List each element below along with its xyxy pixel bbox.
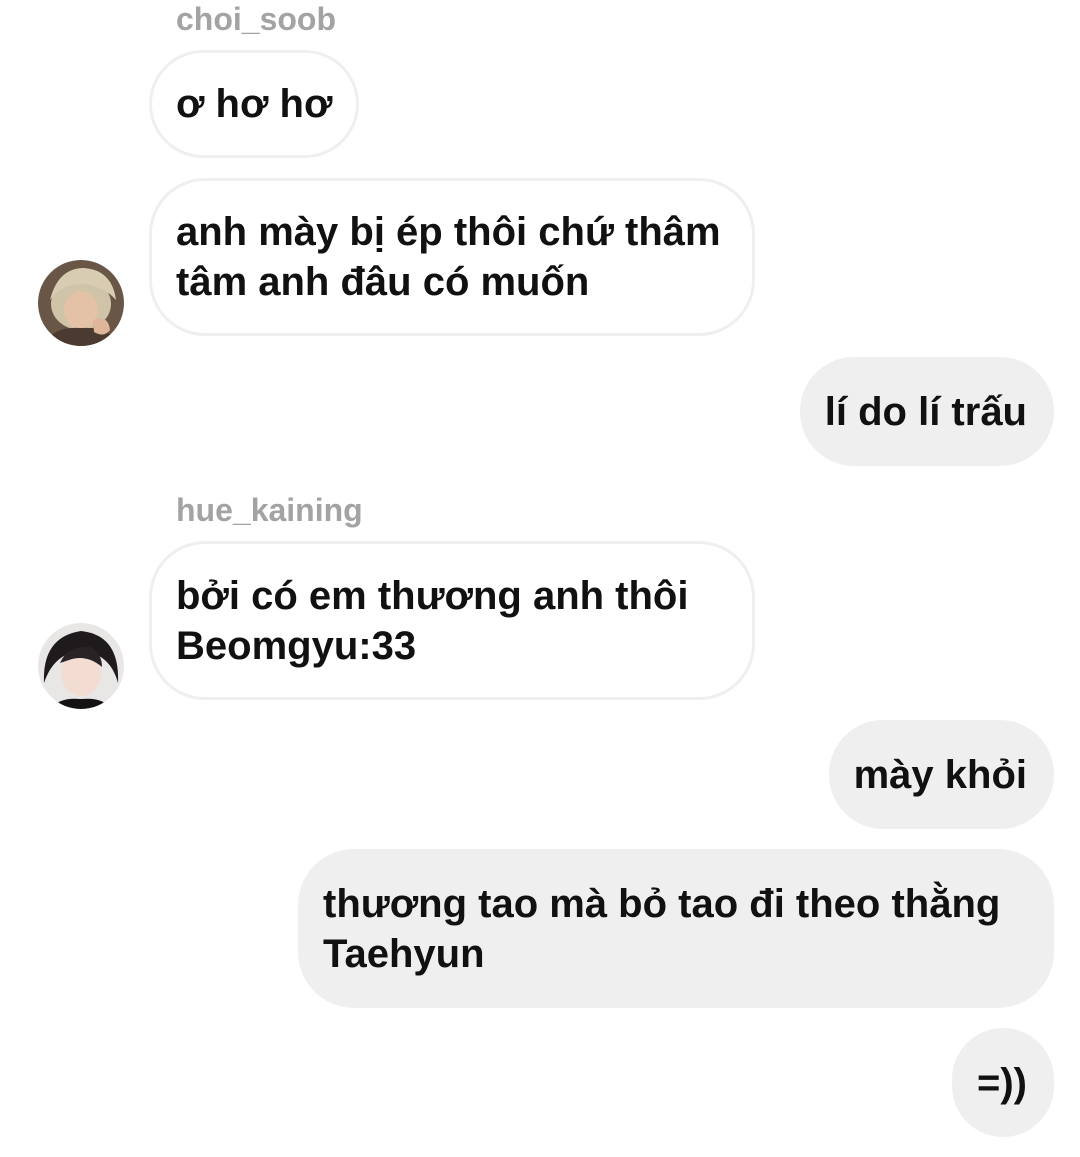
avatar[interactable] (38, 260, 124, 346)
message-text: bởi có em thương anh thôi Beomgyu:33 (176, 573, 689, 668)
message-text: mày khỏi (853, 752, 1027, 797)
message-bubble[interactable]: thương tao mà bỏ tao đi theo thằng Taehy… (298, 849, 1054, 1008)
avatar[interactable] (38, 623, 124, 709)
message-text: thương tao mà bỏ tao đi theo thằng Taehy… (323, 881, 1001, 976)
sender-name: hue_kaining (176, 492, 363, 528)
message-text: anh mày bị ép thôi chứ thâm tâm anh đâu … (176, 210, 721, 304)
message-bubble[interactable]: bởi có em thương anh thôi Beomgyu:33 (149, 541, 755, 700)
sender-name: choi_soob (176, 1, 337, 37)
message-bubble[interactable]: anh mày bị ép thôi chứ thâm tâm anh đâu … (149, 178, 755, 336)
message-bubble[interactable]: ơ hơ hơ (149, 50, 360, 158)
profile-photo-icon (38, 623, 124, 709)
message-bubble[interactable]: mày khỏi (828, 720, 1054, 829)
message-text: ơ hơ hơ (176, 82, 333, 126)
profile-photo-icon (38, 260, 124, 346)
message-bubble[interactable]: lí do lí trấu (799, 357, 1054, 466)
message-bubble[interactable]: =)) (952, 1028, 1054, 1137)
message-text: lí do lí trấu (824, 389, 1027, 434)
message-text: =)) (977, 1060, 1027, 1105)
